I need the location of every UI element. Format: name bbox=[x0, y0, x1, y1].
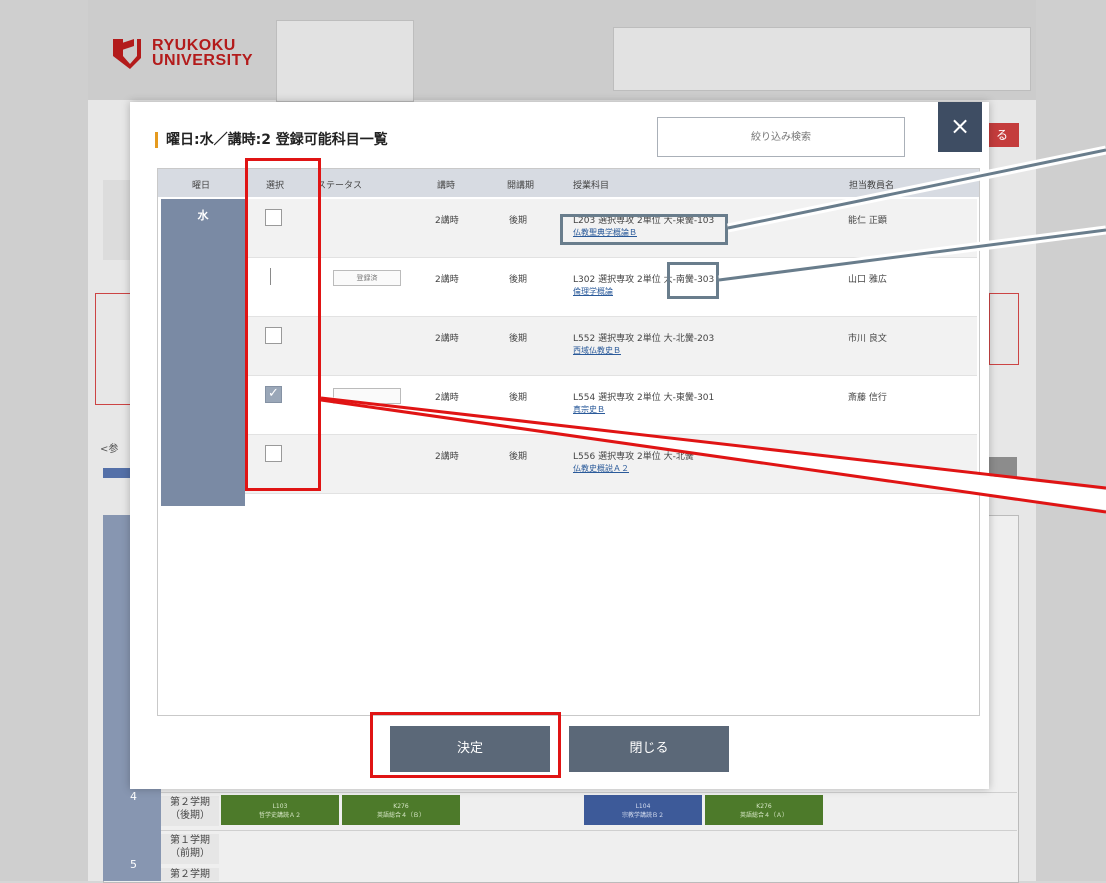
callout-pointer-units bbox=[718, 225, 1106, 285]
callout-pointer-select-column bbox=[320, 396, 1106, 514]
callout-pointer-course-link bbox=[727, 145, 1106, 233]
annotation-callout-lines bbox=[320, 145, 1106, 514]
